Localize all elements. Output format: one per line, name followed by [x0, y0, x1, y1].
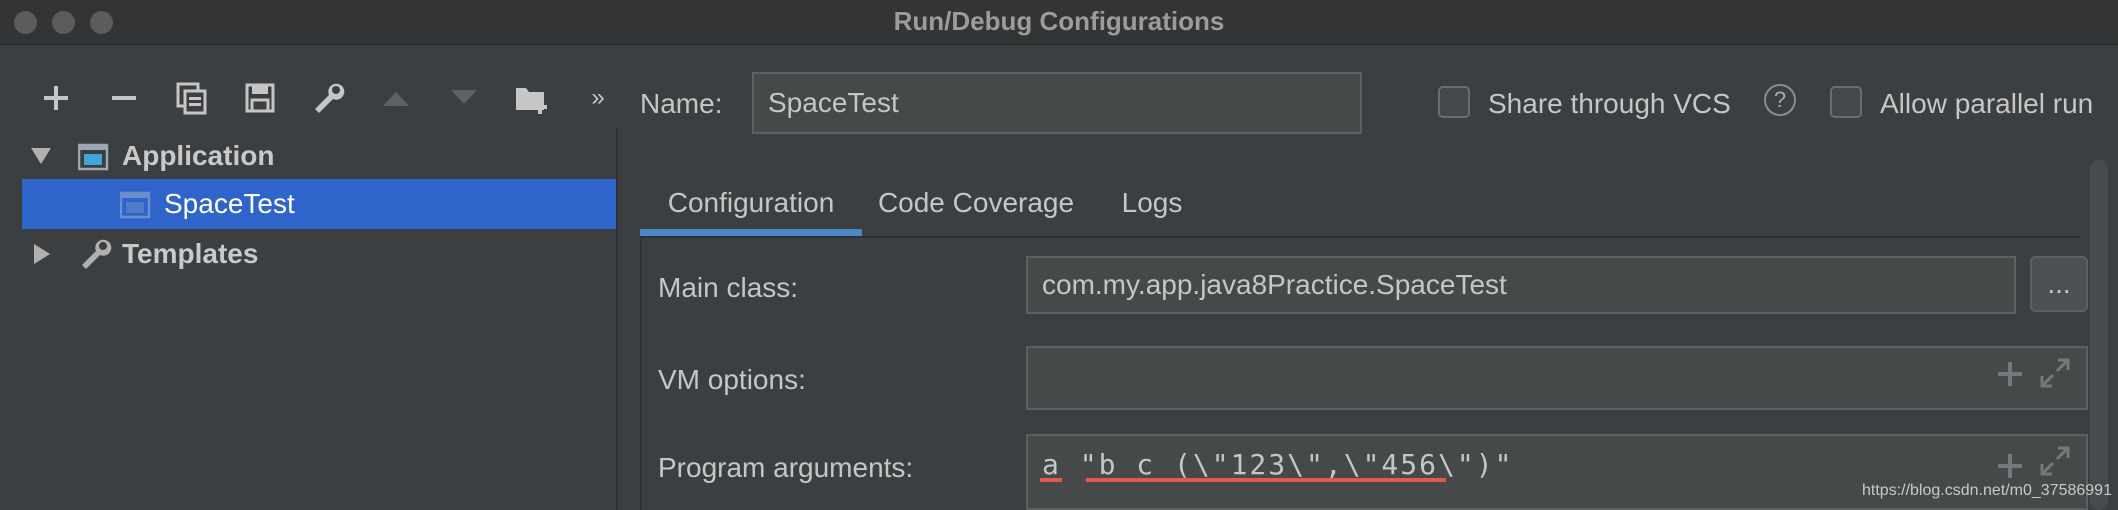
application-icon: [78, 143, 109, 171]
configurations-toolbar: »: [22, 72, 622, 124]
tab-label: Configuration: [667, 187, 835, 218]
tab-configuration[interactable]: Configuration: [640, 170, 862, 236]
help-icon[interactable]: ?: [1764, 84, 1796, 116]
arrow-down-icon: [451, 90, 477, 104]
browse-main-class-button[interactable]: ...: [2030, 256, 2088, 312]
vm-options-add-icon[interactable]: [1996, 358, 2024, 397]
title-bar: Run/Debug Configurations: [0, 0, 2118, 45]
move-up-button[interactable]: [370, 72, 422, 124]
config-icon: [120, 191, 151, 219]
ellipsis-label: ...: [2047, 268, 2071, 299]
chevron-right-icon: [34, 244, 50, 264]
help-glyph: ?: [1773, 87, 1787, 112]
program-arguments-input-value: a "b c (\"123\",\"456\")": [1042, 448, 1514, 481]
tabs-bar: Configuration Code Coverage Logs: [640, 170, 2080, 236]
add-configuration-button[interactable]: [30, 72, 82, 124]
program-arguments-label: Program arguments:: [658, 452, 914, 483]
vm-options-label: VM options:: [658, 364, 806, 395]
vm-options-input[interactable]: [1026, 346, 2088, 410]
move-down-button[interactable]: [438, 72, 490, 124]
main-class-input-value: com.my.app.java8Practice.SpaceTest: [1042, 269, 1507, 300]
main-class-input[interactable]: com.my.app.java8Practice.SpaceTest: [1026, 256, 2016, 314]
tree-item-label: Application: [122, 140, 275, 171]
copy-icon: [176, 82, 207, 115]
chevron-down-icon: [31, 148, 51, 164]
run-debug-configurations-window: Run/Debug Configurations » Application S…: [0, 0, 2118, 510]
annotation-underline: [1040, 478, 1062, 482]
minus-icon: [112, 96, 136, 100]
tree-item-label: SpaceTest: [164, 188, 295, 219]
name-input[interactable]: SpaceTest: [752, 72, 1362, 134]
arrow-up-icon: [383, 92, 409, 106]
allow-parallel-run-label: Allow parallel run: [1880, 88, 2094, 119]
main-class-label: Main class:: [658, 272, 799, 303]
vm-options-expand-icon[interactable]: [2040, 358, 2070, 397]
tab-label: Logs: [1121, 187, 1183, 218]
edit-templates-button[interactable]: [302, 72, 354, 124]
save-icon: [245, 83, 275, 113]
tab-logs[interactable]: Logs: [1100, 170, 1204, 236]
annotation-underline: [1086, 478, 1446, 482]
copy-configuration-button[interactable]: [166, 72, 218, 124]
double-chevron-right-icon: »: [591, 84, 605, 111]
name-input-value: SpaceTest: [768, 87, 899, 118]
more-actions-button[interactable]: »: [572, 72, 624, 124]
tree-item-label: Templates: [122, 238, 259, 269]
wrench-icon: [315, 83, 345, 113]
wrench-icon: [82, 239, 112, 269]
tree-item-templates[interactable]: Templates: [22, 229, 616, 279]
tab-label: Code Coverage: [877, 187, 1075, 218]
name-label: Name:: [640, 88, 723, 119]
tree-item-application[interactable]: Application: [22, 131, 616, 181]
window-title: Run/Debug Configurations: [893, 6, 1225, 36]
folder-add-icon: [516, 88, 547, 114]
tab-code-coverage[interactable]: Code Coverage: [866, 170, 1086, 236]
new-folder-button[interactable]: [506, 72, 558, 124]
watermark: https://blog.csdn.net/m0_37586991: [1862, 482, 2112, 499]
save-configuration-button[interactable]: [234, 72, 286, 124]
plus-icon: [44, 86, 68, 110]
program-arguments-expand-icon[interactable]: [2040, 446, 2070, 485]
configurations-tree: Application SpaceTest Templates: [22, 128, 618, 510]
allow-parallel-run-checkbox[interactable]: [1830, 86, 1862, 118]
share-through-vcs-label: Share through VCS: [1488, 88, 1731, 119]
tree-item-spacetest[interactable]: SpaceTest: [22, 179, 616, 229]
remove-configuration-button[interactable]: [98, 72, 150, 124]
vertical-scrollbar[interactable]: [2090, 160, 2108, 510]
share-through-vcs-checkbox[interactable]: [1438, 86, 1470, 118]
